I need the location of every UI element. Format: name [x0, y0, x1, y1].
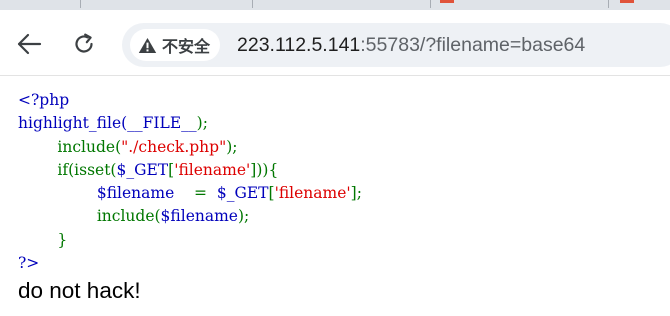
- code-string: 'filename': [174, 160, 251, 179]
- tab-separator: [80, 0, 81, 8]
- tab-separator: [430, 0, 431, 8]
- code-line: include($filename);: [18, 205, 362, 228]
- url-host: 223.112.5.141: [237, 34, 361, 56]
- tab-strip: [0, 0, 670, 10]
- reload-icon: [72, 32, 96, 56]
- page-output-text: do not hack!: [18, 278, 141, 303]
- back-button[interactable]: [12, 27, 46, 61]
- code-variable: $filename: [160, 207, 238, 226]
- code-line: include("./check.php");: [18, 136, 362, 159]
- browser-toolbar: 不安全 223.112.5.141:55783/?filename=base64: [0, 10, 670, 76]
- code-punctuation: );: [226, 137, 238, 156]
- code-line: $filename = $_GET['filename'];: [18, 182, 362, 205]
- code-line: highlight_file(__FILE__);: [18, 112, 362, 135]
- security-label: 不安全: [162, 37, 211, 56]
- code-operator: =: [194, 184, 207, 203]
- code-punctuation: ])){: [250, 160, 279, 179]
- tab-favicon-fragment[interactable]: [620, 0, 634, 3]
- reload-button[interactable]: [67, 27, 101, 61]
- code-variable: $_GET: [116, 160, 169, 179]
- code-line: }: [18, 229, 362, 252]
- code-constant: __FILE__: [127, 114, 197, 133]
- tab-favicon-fragment[interactable]: [440, 0, 454, 3]
- code-function: highlight_file(: [18, 114, 128, 133]
- tab-separator: [252, 0, 253, 8]
- code-variable: $filename: [96, 184, 175, 203]
- php-source-code: <?php highlight_file(__FILE__); include("…: [18, 89, 362, 275]
- code-punctuation: ];: [350, 184, 362, 203]
- code-keyword: if(isset(: [57, 160, 117, 179]
- code-line: ?>: [18, 252, 362, 275]
- code-line: <?php: [18, 89, 362, 112]
- code-punctuation: );: [196, 114, 208, 133]
- address-bar[interactable]: 不安全 223.112.5.141:55783/?filename=base64: [122, 23, 670, 67]
- tab-separator: [608, 0, 609, 8]
- code-variable: $_GET: [216, 184, 269, 203]
- code-function: include(: [57, 137, 122, 156]
- code-string: "./check.php": [121, 137, 227, 156]
- php-close-tag: ?>: [18, 254, 40, 273]
- security-indicator-button[interactable]: 不安全: [130, 29, 221, 61]
- php-open-tag: <?php: [18, 91, 70, 109]
- code-closing-brace: }: [57, 230, 68, 249]
- code-punctuation: );: [237, 207, 250, 226]
- warning-triangle-icon: [138, 37, 157, 54]
- code-function: include(: [96, 207, 161, 226]
- code-line: if(isset($_GET['filename'])){: [18, 159, 362, 182]
- url-text[interactable]: 223.112.5.141:55783/?filename=base64: [237, 34, 585, 57]
- code-string: 'filename': [274, 184, 351, 203]
- back-arrow-icon: [16, 33, 42, 55]
- url-path-query: :55783/?filename=base64: [360, 34, 586, 56]
